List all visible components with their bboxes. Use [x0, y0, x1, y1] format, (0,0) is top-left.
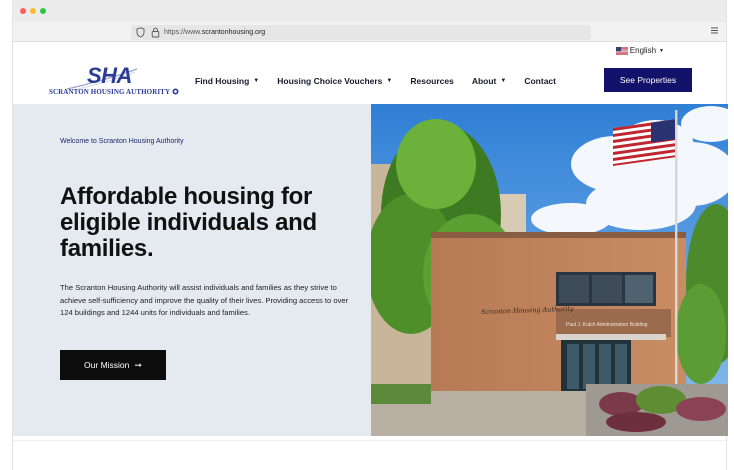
menu-icon[interactable] — [711, 27, 718, 34]
nav-housing-choice-vouchers-label: Housing Choice Vouchers — [277, 76, 383, 86]
shield-icon — [136, 27, 145, 38]
flag-pole — [675, 110, 678, 400]
logo-mark: SHA — [87, 63, 132, 88]
url-domain: scrantonhousing.org — [201, 29, 266, 36]
url-prefix: https://www. — [164, 29, 202, 36]
address-bar-row: https://www.scrantonhousing.org — [13, 22, 726, 42]
lock-icon — [151, 27, 160, 38]
logo-name-text: Scranton Housing Authority — [49, 88, 170, 96]
browser-window: https://www.scrantonhousing.org English … — [12, 0, 728, 470]
hero-body: The Scranton Housing Authority will assi… — [60, 283, 349, 317]
address-bar[interactable]: https://www.scrantonhousing.org — [131, 25, 591, 40]
close-window-button[interactable] — [20, 8, 26, 14]
section-divider — [13, 440, 726, 441]
nav-housing-choice-vouchers[interactable]: Housing Choice Vouchers ▼ — [277, 76, 392, 86]
language-selector[interactable]: English ▼ — [615, 46, 664, 55]
caret-down-icon: ▼ — [253, 78, 260, 84]
nav-contact[interactable]: Contact — [524, 76, 556, 86]
hero-building-photo: Paul J. Kutch Administration Building Sc… — [371, 104, 728, 436]
maximize-window-button[interactable] — [40, 8, 46, 14]
navbar: SHA Scranton Housing Authority Find Hous… — [13, 57, 726, 105]
building-photo-illustration: Paul J. Kutch Administration Building Sc… — [371, 104, 728, 436]
our-mission-label: Our Mission — [84, 360, 130, 370]
main-nav: Find Housing ▼ Housing Choice Vouchers ▼… — [195, 76, 574, 86]
nav-about[interactable]: About ▼ — [472, 76, 507, 86]
url-text: https://www.scrantonhousing.org — [164, 27, 265, 38]
hero-text-panel: Welcome to Scranton Housing Authority Af… — [13, 104, 371, 436]
caret-down-icon: ▼ — [500, 78, 507, 84]
hero-eyebrow: Welcome to Scranton Housing Authority — [60, 138, 184, 145]
minimize-window-button[interactable] — [30, 8, 36, 14]
caret-down-icon: ▼ — [386, 78, 393, 84]
site-logo[interactable]: SHA Scranton Housing Authority — [49, 63, 179, 99]
registered-icon — [172, 88, 179, 95]
title-bar — [13, 0, 726, 22]
language-label: English — [629, 46, 657, 55]
nav-contact-label: Contact — [524, 76, 556, 86]
building-sign: Paul J. Kutch Administration Building — [566, 322, 648, 328]
caret-down-icon: ▼ — [659, 47, 664, 54]
our-mission-button[interactable]: Our Mission ➞ — [60, 350, 166, 380]
hero-headline: Affordable housing for eligible individu… — [60, 183, 317, 262]
web-page: English ▼ SHA Scranton Housing Authority — [13, 42, 728, 470]
logo-name: Scranton Housing Authority — [49, 88, 179, 96]
nav-about-label: About — [471, 76, 497, 86]
nav-find-housing-label: Find Housing — [195, 76, 250, 86]
us-flag-icon — [615, 46, 628, 55]
hero-section: Welcome to Scranton Housing Authority Af… — [13, 104, 728, 436]
see-properties-button[interactable]: See Properties — [604, 68, 692, 92]
arrow-right-icon: ➞ — [134, 359, 142, 370]
nav-resources-label: Resources — [410, 76, 454, 86]
nav-find-housing[interactable]: Find Housing ▼ — [195, 76, 259, 86]
nav-resources[interactable]: Resources — [410, 76, 453, 86]
